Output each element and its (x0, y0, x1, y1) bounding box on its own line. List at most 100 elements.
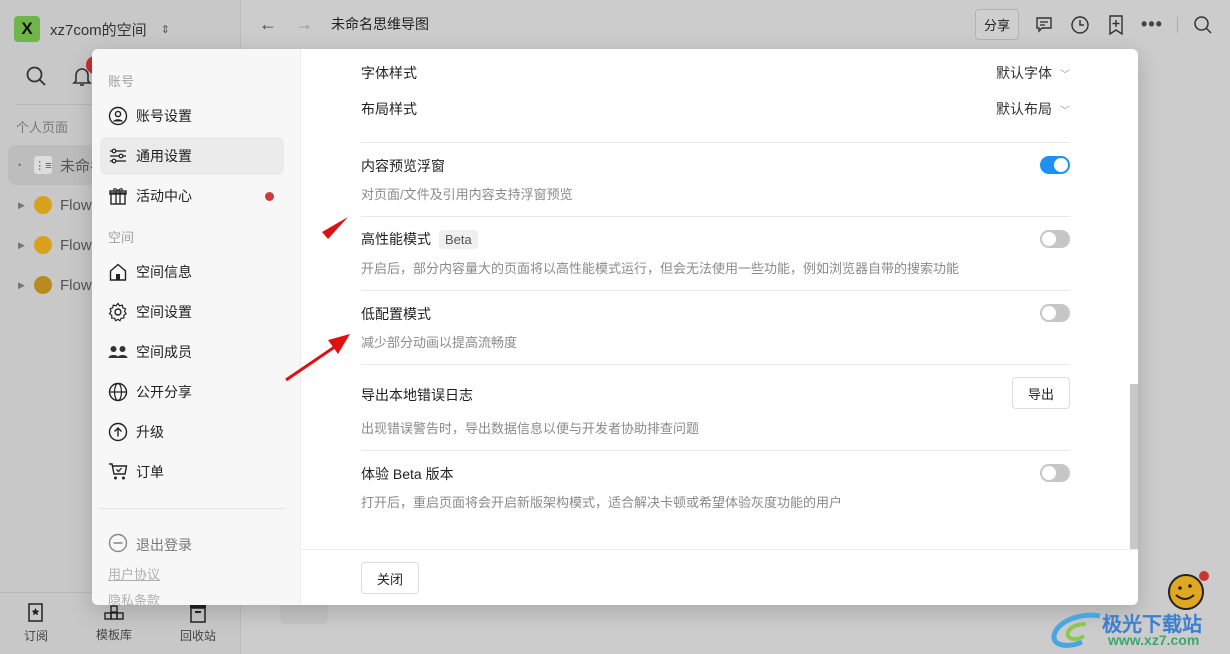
font-style-select[interactable]: 默认字体 ﹀ (996, 63, 1070, 83)
content-preview-toggle[interactable] (1040, 156, 1070, 174)
setting-desc: 减少部分动画以提高流畅度 (361, 335, 518, 350)
high-performance-toggle[interactable] (1040, 230, 1070, 248)
search-icon[interactable] (1192, 14, 1214, 36)
more-icon[interactable]: ••• (1141, 14, 1163, 36)
export-button[interactable]: 导出 (1012, 377, 1070, 409)
subscribe-icon (28, 603, 43, 622)
annotation-arrow-icon (285, 334, 350, 382)
trash-button[interactable]: 回收站 (180, 603, 216, 644)
nav-item-account-settings[interactable]: 账号设置 (100, 97, 284, 135)
watermark: 极光下载站 www.xz7.com (1050, 568, 1220, 650)
modal-footer: 关闭 (301, 549, 1138, 605)
nav-label: 空间成员 (136, 344, 192, 360)
layout-style-row: 布局样式 默认布局 ﹀ (361, 99, 1070, 119)
members-icon (108, 342, 128, 362)
back-arrow-icon[interactable]: ← (259, 14, 277, 35)
bee-icon (34, 276, 52, 294)
chevron-down-icon: ﹀ (1060, 105, 1070, 117)
divider (1177, 16, 1178, 33)
privacy-terms-link[interactable]: 隐私条款 (108, 590, 160, 605)
annotation-arrow-icon (322, 217, 348, 239)
account-section-label: 账号 (108, 74, 135, 89)
setting-title: 内容预览浮窗 (361, 158, 445, 174)
watermark-url: www.xz7.com (1108, 632, 1200, 648)
layout-style-select[interactable]: 默认布局 ﹀ (996, 99, 1070, 119)
setting-title: 体验 Beta 版本 (361, 466, 454, 482)
setting-desc: 对页面/文件及引用内容支持浮窗预览 (361, 187, 573, 202)
nav-label: 通用设置 (136, 148, 192, 164)
nav-label: 公开分享 (136, 384, 192, 400)
forward-arrow-icon[interactable]: → (295, 14, 313, 35)
xz7-logo-icon (1051, 612, 1101, 648)
nav-label: 订单 (136, 464, 164, 480)
nav-item-general-settings[interactable]: 通用设置 (100, 137, 284, 175)
subscribe-button[interactable]: 订阅 (24, 603, 48, 644)
setting-desc: 打开后，重启页面将会开启新版架构模式，适合解决卡顿或希望体验灰度功能的用户 (361, 495, 843, 510)
workspace-switcher[interactable]: X xz7com的空间 ⇕ (14, 16, 170, 42)
nav-label: 空间设置 (136, 304, 192, 320)
nav-item-space-settings[interactable]: 空间设置 (100, 293, 284, 331)
user-circle-icon (108, 106, 128, 126)
nav-item-space-info[interactable]: 空间信息 (100, 253, 284, 291)
scrollbar[interactable] (1130, 49, 1138, 549)
expand-caret-icon[interactable]: ▶ (18, 240, 26, 251)
scrollbar-thumb[interactable] (1130, 384, 1138, 549)
minus-circle-icon (108, 533, 128, 556)
cart-icon (108, 462, 128, 482)
settings-nav: 账号 账号设置 通用设置 活动中心 空间 空间信息 空间设置 空间成员 公开分享… (92, 49, 301, 605)
workspace-logo: X (14, 16, 40, 42)
font-style-label: 字体样式 (361, 65, 417, 81)
expand-caret-icon[interactable]: ▶ (18, 200, 26, 211)
nav-item-public-share[interactable]: 公开分享 (100, 373, 284, 411)
low-config-toggle[interactable] (1040, 304, 1070, 322)
setting-desc: 开启后，部分内容量大的页面将以高性能模式运行，但会无法使用一些功能，例如浏览器自… (361, 261, 960, 276)
search-icon[interactable] (24, 64, 48, 88)
top-bar: ← → 未命名思维导图 分享 ••• (241, 0, 1230, 48)
nav-item-orders[interactable]: 订单 (100, 453, 284, 491)
font-style-row: 字体样式 默认字体 ﹀ (361, 63, 1070, 83)
template-icon (104, 605, 124, 620)
comment-icon[interactable] (1033, 14, 1055, 36)
nav-label: 活动中心 (136, 188, 192, 204)
trash-icon (189, 604, 206, 623)
bookmark-add-icon[interactable] (1105, 14, 1127, 36)
layout-style-label: 布局样式 (361, 101, 417, 117)
subscribe-label: 订阅 (23, 629, 48, 643)
template-library-button[interactable]: 模板库 (96, 604, 132, 643)
bee-icon (34, 236, 52, 254)
logout-label: 退出登录 (136, 536, 192, 553)
beta-version-toggle[interactable] (1040, 464, 1070, 482)
setting-title-text: 高性能模式 (361, 231, 431, 247)
close-button[interactable]: 关闭 (361, 562, 419, 594)
bee-icon (34, 196, 52, 214)
logout-button[interactable]: 退出登录 (108, 533, 192, 556)
document-title: 未命名思维导图 (331, 16, 429, 32)
setting-low-config: 低配置模式 减少部分动画以提高流畅度 (361, 290, 1070, 364)
nav-label: 空间信息 (136, 264, 192, 280)
settings-content: 字体样式 默认字体 ﹀ 布局样式 默认布局 ﹀ 内容预览浮窗 对页面/文件及引用… (301, 49, 1138, 549)
mindmap-icon: ⋮≡ (34, 156, 52, 174)
trash-label: 回收站 (179, 629, 216, 643)
nav-item-space-members[interactable]: 空间成员 (100, 333, 284, 371)
user-agreement-link[interactable]: 用户协议 (108, 564, 160, 583)
template-label: 模板库 (95, 628, 132, 642)
settings-modal: 账号 账号设置 通用设置 活动中心 空间 空间信息 空间设置 空间成员 公开分享… (92, 49, 1138, 605)
upgrade-icon (108, 422, 128, 442)
chevron-down-icon: ﹀ (1060, 69, 1070, 81)
gear-icon (108, 302, 128, 322)
nav-item-upgrade[interactable]: 升级 (100, 413, 284, 451)
bell-icon[interactable]: 1 (70, 56, 104, 88)
history-clock-icon[interactable] (1069, 14, 1091, 36)
gift-icon (108, 186, 128, 206)
space-section-label: 空间 (108, 230, 135, 245)
notification-dot (265, 192, 274, 201)
chevron-updown-icon: ⇕ (160, 23, 170, 36)
share-button[interactable]: 分享 (974, 9, 1019, 40)
setting-title: 高性能模式 Beta (361, 229, 478, 249)
expand-caret-icon[interactable]: ▶ (18, 280, 26, 291)
nav-label: 账号设置 (136, 108, 192, 124)
beta-tag: Beta (439, 229, 478, 249)
nav-item-activity-center[interactable]: 活动中心 (100, 177, 284, 215)
mascot-icon (1168, 571, 1209, 610)
setting-desc: 出现错误警告时，导出数据信息以便与开发者协助排查问题 (361, 421, 700, 436)
